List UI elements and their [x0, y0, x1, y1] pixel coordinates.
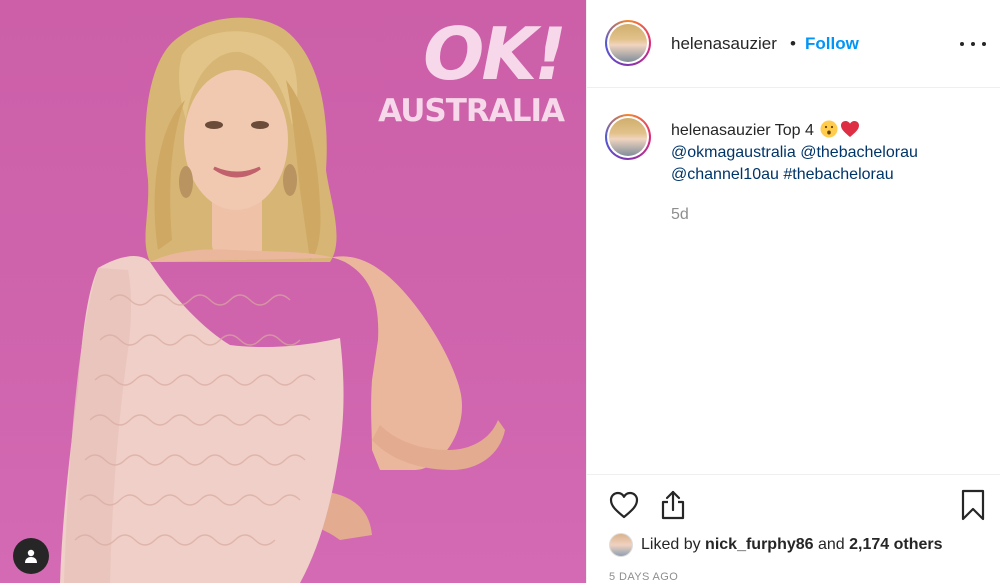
save-button[interactable]	[961, 489, 985, 526]
post-side-panel: helenasauzier • Follow helenasauzier Top…	[586, 0, 1000, 583]
post-date[interactable]: 5 DAYS AGO	[609, 571, 678, 583]
heart-outline-icon	[609, 491, 639, 519]
caption-timestamp[interactable]: 5d	[671, 206, 689, 224]
header-separator: •	[790, 34, 796, 53]
post-actions-section: Liked by nick_furphy86 and 2,174 others …	[587, 474, 1000, 583]
bookmark-icon	[961, 489, 985, 521]
share-button[interactable]	[659, 489, 687, 526]
header-avatar[interactable]	[605, 20, 651, 66]
hashtag-link-thebachelorau[interactable]: #thebachelorau	[783, 166, 893, 183]
more-options-button[interactable]	[960, 32, 986, 56]
person-icon	[25, 549, 37, 563]
like-button[interactable]	[609, 491, 639, 524]
red-heart-emoji-icon	[841, 121, 860, 137]
header-username-link[interactable]: helenasauzier	[671, 34, 777, 54]
more-dot	[971, 42, 975, 46]
magazine-logo-title: OK!	[423, 12, 567, 96]
magazine-logo-country: AUSTRALIA	[378, 93, 565, 129]
caption-avatar[interactable]	[605, 114, 651, 160]
mention-link-channel10au[interactable]: @channel10au	[671, 166, 779, 183]
post-caption: helenasauzier Top 4 @okmagaustralia @the…	[671, 120, 981, 186]
liker-username-link[interactable]: nick_furphy86	[705, 536, 813, 554]
post-header: helenasauzier • Follow	[587, 0, 1000, 88]
more-dot	[960, 42, 964, 46]
caption-text: Top 4	[774, 122, 814, 139]
follow-button[interactable]: Follow	[805, 34, 859, 54]
likes-prefix: Liked by	[641, 536, 701, 553]
liker-avatar[interactable]	[609, 533, 633, 557]
caption-username-link[interactable]: helenasauzier	[671, 122, 771, 139]
hushed-face-emoji-icon	[820, 120, 838, 138]
mention-link-okmagaustralia[interactable]: @okmagaustralia	[671, 144, 796, 161]
more-dot	[982, 42, 986, 46]
likes-others-link[interactable]: 2,174 others	[849, 536, 942, 554]
post-photo[interactable]: OK! AUSTRALIA	[0, 0, 586, 583]
magazine-logo: OK! AUSTRALIA	[378, 12, 567, 129]
share-icon	[661, 490, 685, 520]
mention-link-thebachelorau[interactable]: @thebachelorau	[800, 144, 918, 161]
likes-conjunction: and	[817, 536, 845, 553]
tagged-users-button[interactable]	[13, 538, 49, 574]
likes-summary: Liked by nick_furphy86 and 2,174 others	[609, 533, 943, 557]
